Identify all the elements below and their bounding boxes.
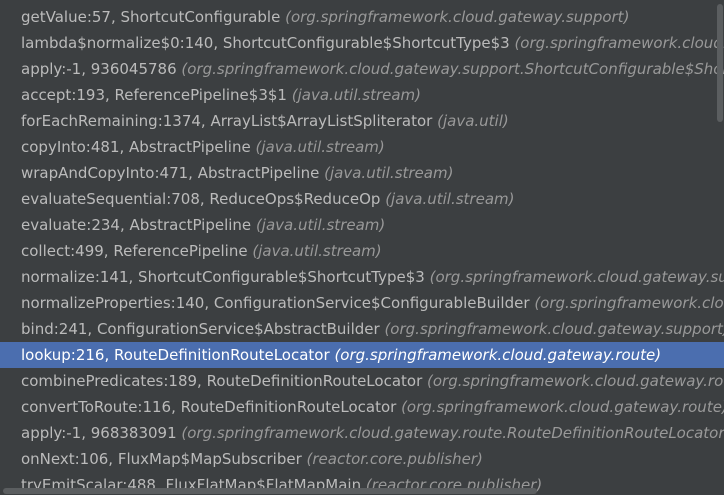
frame-package-label: (java.util.stream): [291, 86, 422, 104]
frame-package-label: (org.springframework.cloud.gateway.route…: [181, 424, 724, 442]
frame-method-label: apply:-1, 968383091: [21, 424, 177, 442]
stack-frame-row[interactable]: evaluateSequential:708, ReduceOps$Reduce…: [0, 186, 724, 212]
stack-frame-row[interactable]: onNext:106, FluxMap$MapSubscriber (react…: [0, 446, 724, 472]
frame-package-label: (org.springframework.cloud.gateway.route…: [401, 398, 724, 416]
frame-package-label: (reactor.core.publisher): [306, 450, 483, 468]
frame-package-label: (java.util.stream): [324, 164, 454, 182]
frame-package-label: (org.springframework.cloud.gateway.sup: [429, 268, 724, 286]
frame-package-label: (java.util.stream): [255, 138, 385, 156]
frame-method-label: normalizeProperties:140, ConfigurationSe…: [21, 294, 530, 312]
frame-method-label: wrapAndCopyInto:471, AbstractPipeline: [21, 164, 320, 182]
frame-package-label: (org.springframework.cloud.gateway.rou: [427, 372, 724, 390]
frame-package-label: (java.util.stream): [252, 242, 382, 260]
frame-package-label: (org.springframework.cloud.gateway.route…: [334, 346, 662, 364]
stack-frame-row[interactable]: collect:499, ReferencePipeline (java.uti…: [0, 238, 724, 264]
frame-method-label: lambda$normalize$0:140, ShortcutConfigur…: [21, 34, 510, 52]
frame-method-label: lookup:216, RouteDefinitionRouteLocator: [21, 346, 330, 364]
frame-method-label: collect:499, ReferencePipeline: [21, 242, 248, 260]
stack-frame-row[interactable]: normalize:141, ShortcutConfigurable$Shor…: [0, 264, 724, 290]
stack-frame-row-selected[interactable]: lookup:216, RouteDefinitionRouteLocator …: [0, 342, 724, 368]
stack-frame-row[interactable]: lambda$normalize$0:140, ShortcutConfigur…: [0, 30, 724, 56]
stack-frame-row[interactable]: wrapAndCopyInto:471, AbstractPipeline (j…: [0, 160, 724, 186]
frame-package-label: (java.util.stream): [385, 190, 515, 208]
frame-method-label: normalize:141, ShortcutConfigurable$Shor…: [21, 268, 425, 286]
vertical-scrollbar[interactable]: [716, 0, 724, 495]
horizontal-scrollbar[interactable]: [0, 487, 724, 495]
horizontal-scrollbar-thumb[interactable]: [3, 488, 537, 494]
frame-method-label: onNext:106, FluxMap$MapSubscriber: [21, 450, 302, 468]
stack-frame-row[interactable]: forEachRemaining:1374, ArrayList$ArrayLi…: [0, 108, 724, 134]
frame-package-label: (org.springframework.cloud.gateway.suppo…: [285, 8, 630, 26]
frame-method-label: evaluate:234, AbstractPipeline: [21, 216, 252, 234]
frame-package-label: (org.springframework.cloud.gatewa: [514, 34, 724, 52]
frame-package-label: (org.springframework.cloud.gateway.suppo…: [181, 60, 724, 78]
debugger-frames-panel: getValue:57, ShortcutConfigurable (org.s…: [0, 0, 724, 495]
frame-method-label: copyInto:481, AbstractPipeline: [21, 138, 251, 156]
stack-frame-row[interactable]: apply:-1, 968383091 (org.springframework…: [0, 420, 724, 446]
frame-package-label: (java.util): [437, 112, 509, 130]
frame-package-label: (org.springframework.cloud.gateway.suppo…: [384, 320, 724, 338]
stack-frame-row[interactable]: accept:193, ReferencePipeline$3$1 (java.…: [0, 82, 724, 108]
frame-method-label: forEachRemaining:1374, ArrayList$ArrayLi…: [21, 112, 433, 130]
frame-method-label: getValue:57, ShortcutConfigurable: [21, 8, 281, 26]
stack-frame-row[interactable]: evaluate:234, AbstractPipeline (java.uti…: [0, 212, 724, 238]
stack-frame-row[interactable]: getValue:57, ShortcutConfigurable (org.s…: [0, 4, 724, 30]
frame-package-label: (org.springframework.cloud: [534, 294, 724, 312]
stack-frame-row[interactable]: bind:241, ConfigurationService$AbstractB…: [0, 316, 724, 342]
stack-frame-row[interactable]: combinePredicates:189, RouteDefinitionRo…: [0, 368, 724, 394]
frame-method-label: combinePredicates:189, RouteDefinitionRo…: [21, 372, 423, 390]
frame-method-label: accept:193, ReferencePipeline$3$1: [21, 86, 287, 104]
vertical-scrollbar-thumb[interactable]: [717, 4, 723, 122]
stack-frame-row[interactable]: apply:-1, 936045786 (org.springframework…: [0, 56, 724, 82]
stack-frame-row[interactable]: copyInto:481, AbstractPipeline (java.uti…: [0, 134, 724, 160]
frame-package-label: (java.util.stream): [255, 216, 386, 234]
frame-method-label: apply:-1, 936045786: [21, 60, 177, 78]
frame-method-label: evaluateSequential:708, ReduceOps$Reduce…: [21, 190, 381, 208]
frame-method-label: convertToRoute:116, RouteDefinitionRoute…: [21, 398, 397, 416]
stack-frames-list: getValue:57, ShortcutConfigurable (org.s…: [0, 4, 724, 495]
stack-frame-row[interactable]: normalizeProperties:140, ConfigurationSe…: [0, 290, 724, 316]
frame-method-label: bind:241, ConfigurationService$AbstractB…: [21, 320, 380, 338]
stack-frame-row[interactable]: convertToRoute:116, RouteDefinitionRoute…: [0, 394, 724, 420]
